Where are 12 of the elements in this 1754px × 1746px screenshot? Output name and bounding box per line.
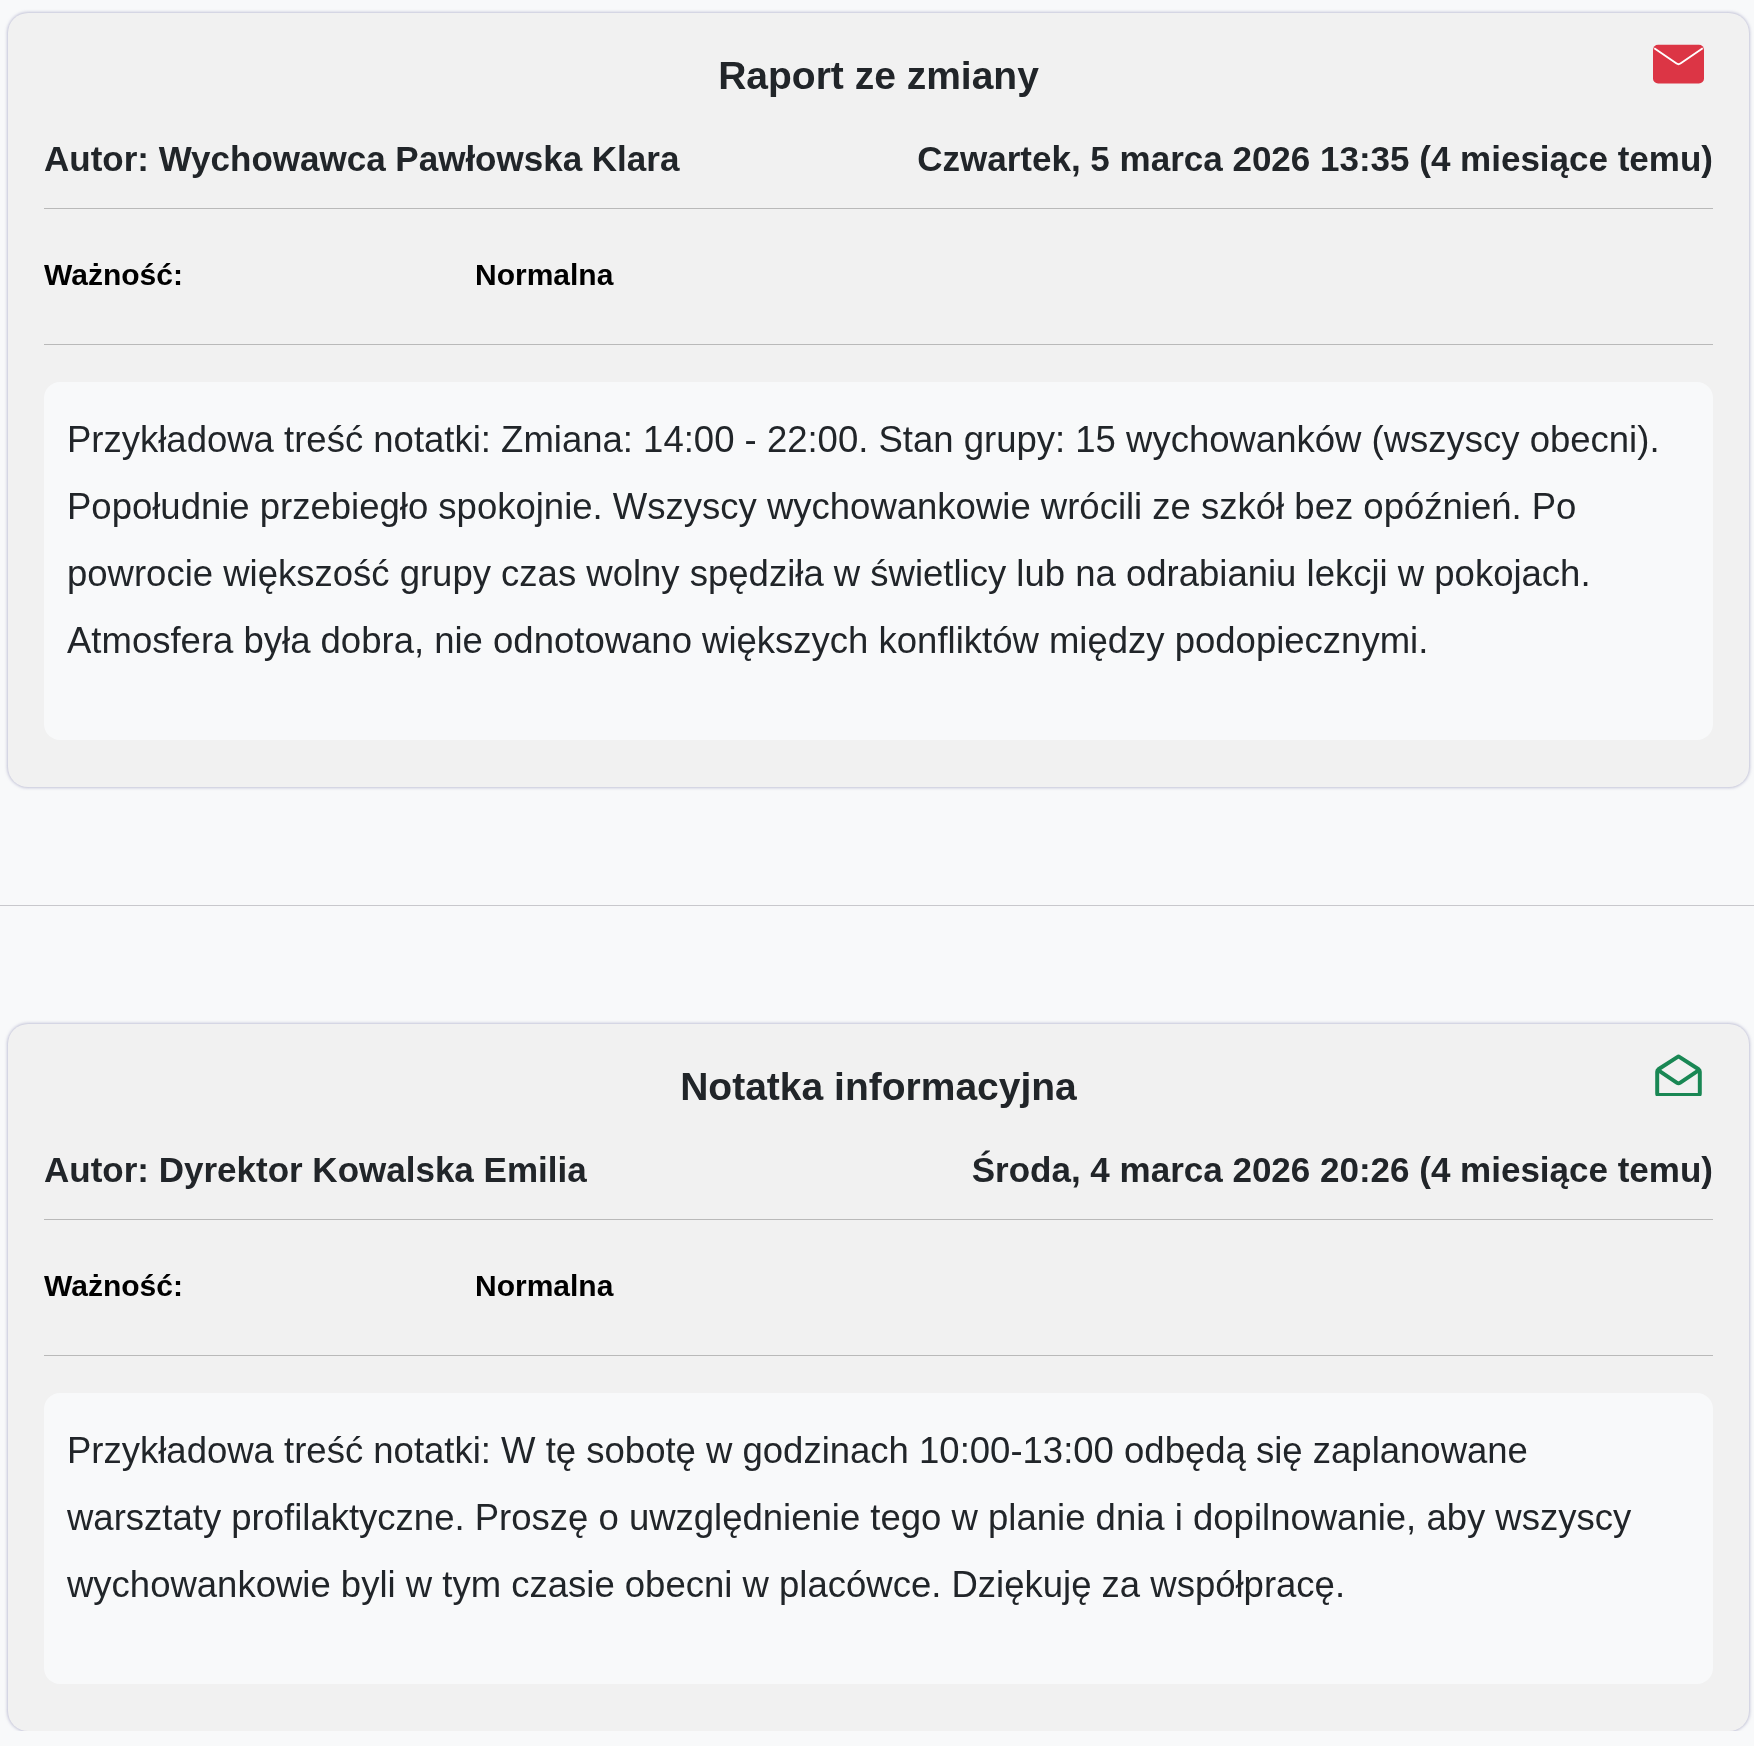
field-label: Ważność: xyxy=(44,1268,184,1304)
field-label: Ważność: xyxy=(44,257,184,293)
note-body-text: Przykładowa treść notatki: W tę sobotę w godzinach 10:00-13:00 odbędą się zaplanowane warsztaty profilaktyczne. Proszę o uwzględnienie tego w planie dnia i dopilnowanie, aby wszyscy wychowankowie byli w tym czasie obecni w placówce. Dziękuję za współpracę. xyxy=(67,1429,1633,1607)
note-title: Raport ze zmiany xyxy=(718,53,1039,99)
author-text: Autor: Wychowawca Pawłowska Klara xyxy=(44,138,680,180)
field-value: Normalna xyxy=(475,1268,614,1304)
field-value: Normalna xyxy=(475,257,614,293)
note-body-text: Przykładowa treść notatki: Zmiana: 14:00 - 22:00. Stan grupy: 15 wychowanków (wszyscy obecni). Popołudnie przebiegło spokojnie. Wszyscy wychowankowie wrócili ze szkół bez opóźnień. Po powrocie większość grupy czas wolny spędziła w świetlicy lub na odrabianiu lekcji w pokojach. Atmosfera była dobra, nie odnotowano większych konfliktów między podopiecznymi. xyxy=(67,418,1661,663)
note-title: Notatka informacyjna xyxy=(680,1064,1077,1110)
date-text: Czwartek, 5 marca 2026 13:35 (4 miesiące temu) xyxy=(917,138,1713,180)
author-text: Autor: Dyrektor Kowalska Emilia xyxy=(44,1149,587,1191)
date-text: Środa, 4 marca 2026 20:26 (4 miesiące temu) xyxy=(971,1149,1713,1191)
